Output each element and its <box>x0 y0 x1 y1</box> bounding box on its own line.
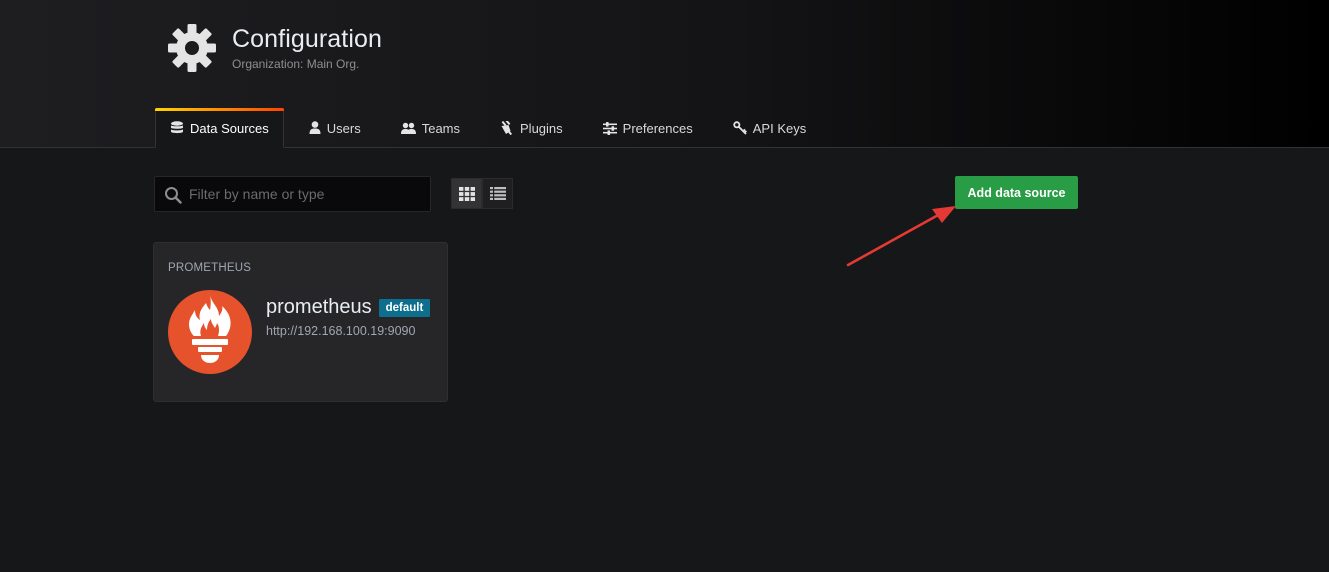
user-icon <box>309 121 321 134</box>
plug-icon <box>501 121 513 135</box>
page-title: Configuration <box>232 25 383 53</box>
list-icon <box>489 187 506 200</box>
datasource-url: http://192.168.100.19:9090 <box>266 324 416 338</box>
gear-icon <box>168 24 216 72</box>
tab-preferences[interactable]: Preferences <box>589 108 707 148</box>
key-icon <box>733 121 747 135</box>
default-badge: default <box>379 299 430 317</box>
tab-label: Plugins <box>520 120 563 136</box>
tab-users[interactable]: Users <box>295 108 375 148</box>
tab-plugins[interactable]: Plugins <box>486 108 577 148</box>
tab-teams[interactable]: Teams <box>387 108 474 148</box>
grid-icon <box>458 186 475 201</box>
add-data-source-button[interactable]: Add data source <box>955 176 1078 209</box>
database-icon <box>171 121 183 134</box>
search-input[interactable] <box>189 177 427 211</box>
sliders-icon <box>602 121 617 135</box>
tab-label: Data Sources <box>190 120 269 136</box>
tab-api-keys[interactable]: API Keys <box>719 108 820 148</box>
annotation-arrow-icon <box>846 206 956 267</box>
tab-label: Users <box>326 120 361 136</box>
tab-label: Preferences <box>622 120 693 136</box>
page-header: Configuration Organization: Main Org. Da… <box>0 0 1329 148</box>
search-icon <box>165 187 182 204</box>
datasource-name: prometheus <box>266 296 372 318</box>
page-subtitle: Organization: Main Org. <box>232 57 360 71</box>
prometheus-logo-icon <box>168 290 252 374</box>
grid-view-button[interactable] <box>451 178 482 209</box>
layout-toggle <box>451 178 513 209</box>
users-icon <box>400 122 416 134</box>
tab-label: API Keys <box>752 120 807 136</box>
tab-data-sources[interactable]: Data Sources <box>155 108 284 148</box>
datasource-type: PROMETHEUS <box>168 262 252 274</box>
list-view-button[interactable] <box>482 178 513 209</box>
tab-label: Teams <box>421 120 461 136</box>
datasource-card-prometheus[interactable]: PROMETHEUS prometheus default http://192… <box>153 242 448 402</box>
search-box <box>154 176 431 212</box>
config-tabs: Data Sources Users Teams Plugins Prefere… <box>155 108 832 148</box>
